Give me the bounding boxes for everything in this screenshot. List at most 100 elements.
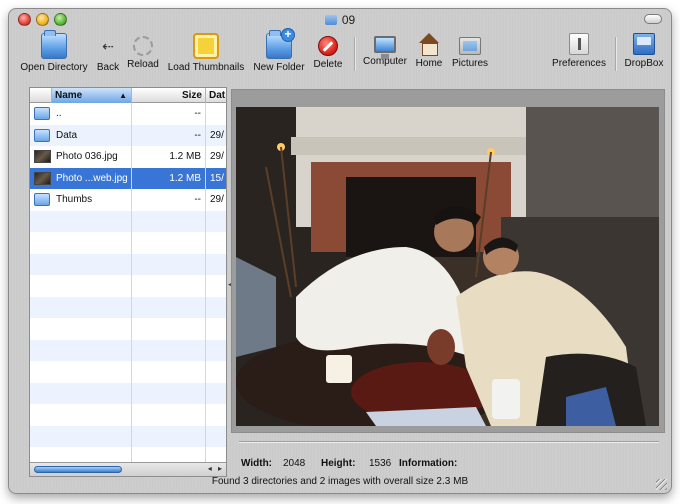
folder-icon [41, 30, 67, 59]
name-column-label: Name [55, 90, 83, 101]
empty-list-row [30, 339, 226, 361]
preferences-button[interactable]: Preferences [551, 33, 607, 75]
information-label: Information: [399, 458, 458, 469]
preferences-icon [569, 33, 589, 55]
file-list-row[interactable]: Thumbs -- 29/ [30, 189, 226, 211]
toolbar-separator [354, 37, 355, 71]
thumbnails-icon [193, 33, 219, 59]
new-folder-icon [266, 28, 295, 59]
delete-button[interactable]: Delete [311, 33, 345, 75]
file-date: 29/ [210, 194, 224, 205]
resize-grip-icon[interactable] [656, 479, 667, 490]
folder-shape [34, 107, 50, 120]
empty-list-row [30, 296, 226, 318]
file-size: -- [194, 194, 201, 205]
folder-icon [32, 189, 52, 211]
toolbar: Open Directory ⇠ Back Reload Load Thumbn… [9, 28, 671, 75]
image-thumbnail-icon [32, 146, 52, 168]
preferences-label: Preferences [552, 58, 606, 69]
toolbar-toggle-button[interactable] [644, 14, 662, 24]
empty-list-row [30, 318, 226, 340]
scroll-arrows-icon[interactable]: ◂ ▸ [208, 464, 224, 473]
computer-button[interactable]: Computer [361, 33, 409, 75]
back-button[interactable]: ⇠ Back [95, 33, 121, 75]
pictures-button[interactable]: Pictures [449, 33, 491, 75]
app-window: 09 Open Directory ⇠ Back Reload Load Thu… [8, 8, 672, 494]
width-value: 2048 [283, 458, 306, 469]
image-thumbnail-icon [32, 168, 52, 190]
size-column-label: Size [181, 90, 202, 101]
file-date: 29/ [210, 129, 224, 141]
file-name: Data [56, 129, 78, 141]
dropbox-button[interactable]: DropBox [623, 33, 665, 75]
file-name: .. [56, 108, 62, 119]
viewer-divider [239, 441, 659, 443]
name-column-header[interactable]: Name ▲ [52, 88, 132, 103]
delete-icon [318, 36, 338, 56]
file-date: 29/ [210, 151, 224, 162]
file-date: 15/ [210, 172, 224, 184]
thumbnail-shape [34, 171, 51, 185]
size-column-header[interactable]: Size [132, 88, 206, 103]
home-button[interactable]: Home [413, 33, 445, 75]
reload-button[interactable]: Reload [125, 33, 161, 75]
load-thumbnails-button[interactable]: Load Thumbnails [167, 33, 245, 75]
load-thumbnails-label: Load Thumbnails [167, 62, 245, 73]
empty-list-row [30, 253, 226, 275]
file-size: 1.2 MB [169, 151, 201, 162]
open-directory-label: Open Directory [20, 62, 88, 73]
folder-shape [34, 193, 50, 206]
folder-icon [324, 15, 337, 25]
reload-icon [133, 36, 153, 56]
file-list-row[interactable]: Photo ...web.jpg 1.2 MB 15/ [30, 167, 226, 190]
delete-label: Delete [313, 59, 343, 70]
file-list-row[interactable]: Photo 036.jpg 1.2 MB 29/ [30, 146, 226, 168]
empty-list-row [30, 404, 226, 426]
icon-column-header[interactable] [30, 88, 52, 103]
empty-list-row [30, 425, 226, 447]
height-label: Height: [321, 458, 356, 469]
file-name: Photo ...web.jpg [56, 172, 128, 184]
file-list-header: Name ▲ Size Dat [30, 88, 226, 103]
empty-list-row [30, 275, 226, 297]
home-label: Home [415, 58, 443, 69]
file-date [208, 103, 226, 125]
height-value: 1536 [369, 458, 392, 469]
pictures-icon [459, 37, 481, 55]
back-label: Back [96, 62, 120, 73]
title-bar[interactable]: 09 [9, 9, 671, 29]
toolbar-separator [615, 37, 616, 71]
file-size: -- [194, 129, 201, 141]
empty-list-row [30, 210, 226, 232]
dropbox-icon [633, 33, 655, 55]
width-label: Width: [241, 458, 273, 469]
dropbox-label: DropBox [624, 58, 664, 69]
file-list-row[interactable]: .. -- [30, 103, 226, 125]
home-icon [418, 33, 440, 56]
column-divider [205, 103, 206, 462]
sort-ascending-icon: ▲ [119, 91, 127, 100]
photo-image [236, 107, 659, 426]
date-column-label: Dat [209, 90, 226, 101]
reload-label: Reload [127, 59, 159, 70]
file-list-row[interactable]: Data -- 29/ [30, 124, 226, 146]
window-title-text: 09 [341, 13, 356, 27]
empty-list-row [30, 382, 226, 404]
back-arrow-icon: ⇠ [102, 38, 114, 54]
window-title: 09 [9, 13, 671, 27]
date-column-header[interactable]: Dat [206, 88, 226, 103]
folder-icon [32, 103, 52, 125]
file-browser: Name ▲ Size Dat .. -- Data -- 29/Photo 036.j… [29, 87, 227, 477]
photo-preview[interactable] [236, 107, 659, 426]
new-folder-label: New Folder [253, 62, 305, 73]
image-info-bar: Width: 2048 Height: 1536 Information: [239, 458, 659, 472]
thumbnail-shape [34, 150, 51, 163]
scrollbar-thumb[interactable] [34, 466, 122, 473]
file-size: 1.2 MB [169, 172, 201, 184]
empty-list-row [30, 232, 226, 254]
open-directory-button[interactable]: Open Directory [19, 30, 89, 75]
new-folder-button[interactable]: New Folder [251, 28, 307, 75]
computer-icon [374, 36, 396, 59]
horizontal-scrollbar[interactable]: ◂ ▸ [30, 462, 226, 476]
file-list: .. -- Data -- 29/Photo 036.jpg 1.2 MB 29/Photo… [30, 103, 226, 469]
